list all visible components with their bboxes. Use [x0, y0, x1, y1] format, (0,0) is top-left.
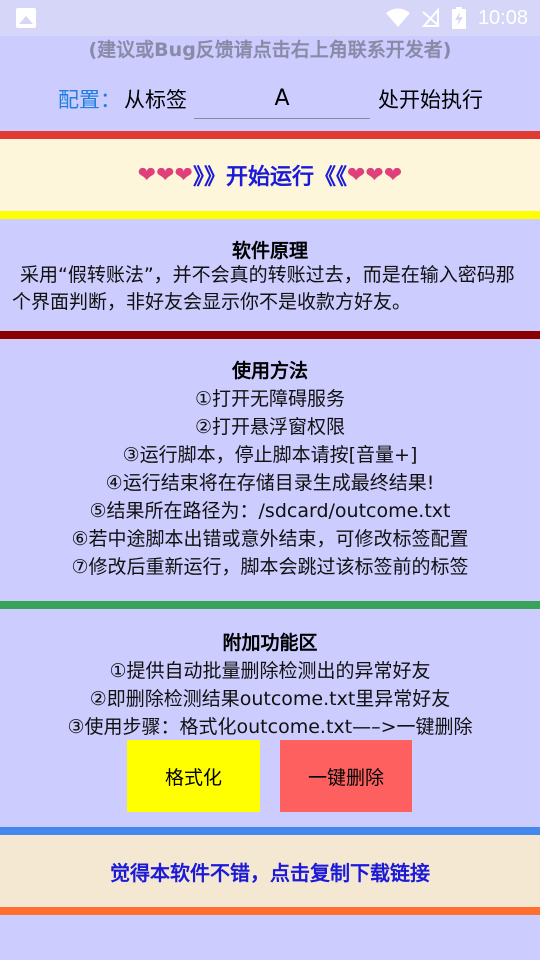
usage-step: ⑥若中途脚本出错或意外结束，可修改标签配置 — [71, 528, 469, 550]
app-screen: 10:08 (建议或Bug反馈请点击右上角联系开发者) 配置： 从标签 处开始执… — [0, 0, 540, 960]
principle-title: 软件原理 — [231, 240, 308, 262]
config-after-text: 处开始执行 — [378, 88, 483, 112]
copy-download-link-button[interactable]: 觉得本软件不错，点击复制下载链接 — [0, 835, 540, 907]
usage-title: 使用方法 — [231, 360, 308, 382]
one-click-delete-button[interactable]: 一键删除 — [280, 740, 412, 812]
extra-line: ①提供自动批量删除检测出的异常好友 — [109, 660, 431, 682]
extra-line: ②即删除检测结果outcome.txt里异常好友 — [89, 688, 451, 710]
config-label: 配置： — [58, 88, 121, 112]
extra-title: 附加功能区 — [222, 632, 318, 654]
hearts-left: ❤❤❤ — [137, 162, 193, 188]
status-bar: 10:08 — [0, 0, 540, 36]
divider-yellow — [0, 211, 540, 219]
no-signal-icon — [421, 8, 440, 27]
battery-charging-icon — [451, 7, 466, 29]
usage-step: ②打开悬浮窗权限 — [194, 416, 346, 438]
image-notification-icon — [16, 8, 36, 28]
usage-step: ①打开无障碍服务 — [194, 388, 346, 410]
principle-text: 采用“假转账法”，并不会真的转账过去，而是在输入密码那个界面判断，非好友会显示你… — [12, 264, 515, 313]
start-run-label: 》》开始运行《《 — [192, 165, 347, 190]
feedback-hint: (建议或Bug反馈请点击右上角联系开发者) — [88, 39, 452, 61]
start-run-button[interactable]: ❤❤❤ 》》开始运行《《 ❤❤❤ — [0, 139, 540, 211]
usage-step: ⑤结果所在路径为：/sdcard/outcome.txt — [89, 500, 451, 522]
usage-step: ④运行结束将在存储目录生成最终结果! — [105, 472, 435, 494]
usage-section: 使用方法 ①打开无障碍服务 ②打开悬浮窗权限 ③运行脚本，停止脚本请按[音量+]… — [0, 356, 540, 581]
usage-step: ③运行脚本，停止脚本请按[音量+] — [122, 444, 418, 466]
divider-darkred — [0, 331, 540, 339]
wifi-icon — [385, 8, 410, 27]
start-tag-input[interactable] — [194, 78, 370, 119]
divider-orange — [0, 907, 540, 915]
config-row: 配置： 从标签 处开始执行 — [0, 74, 540, 124]
divider-green — [0, 601, 540, 609]
extra-section: 附加功能区 ①提供自动批量删除检测出的异常好友 ②即删除检测结果outcome.… — [0, 628, 540, 741]
config-from-text: 从标签 — [124, 88, 187, 112]
principle-section: 软件原理 — [0, 236, 540, 263]
status-clock: 10:08 — [477, 6, 528, 29]
hearts-right: ❤❤❤ — [347, 162, 403, 188]
extra-line: ③使用步骤：格式化outcome.txt—–>一键删除 — [67, 716, 473, 738]
format-button[interactable]: 格式化 — [127, 740, 260, 812]
divider-red — [0, 131, 540, 139]
usage-step: ⑦修改后重新运行，脚本会跳过该标签前的标签 — [71, 556, 469, 578]
divider-blue — [0, 827, 540, 835]
